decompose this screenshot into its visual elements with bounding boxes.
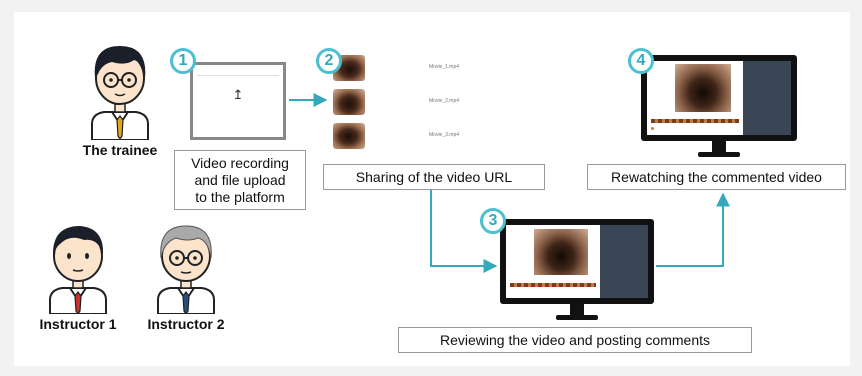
- step-4-badge: 4: [628, 48, 654, 74]
- instructor2-avatar: [157, 225, 215, 314]
- upload-frame-header-line: [197, 75, 279, 76]
- instructor1-label: Instructor 1: [39, 316, 117, 332]
- step-2-badge: 2: [316, 48, 342, 74]
- rewatch-video-frame: [675, 64, 731, 112]
- review-monitor-base: [556, 315, 598, 320]
- review-timeline: [510, 283, 596, 287]
- instructor2-label: Instructor 2: [147, 316, 225, 332]
- arrow-review-to-rewatch: [656, 192, 730, 267]
- diagram-canvas: The trainee Instructor 1 Instructor 2 ↥ …: [0, 0, 862, 376]
- file-name-2: Movie_2.mp4: [429, 98, 460, 104]
- trainee-avatar: [91, 46, 149, 140]
- rewatch-monitor: [641, 55, 797, 141]
- step-4-caption: Rewatching the commented video: [587, 164, 846, 190]
- step-3-badge: 3: [480, 208, 506, 234]
- comment-marker-icon: [651, 127, 654, 130]
- instructor1-avatar: [49, 226, 107, 314]
- video-thumbnail-2: [333, 89, 365, 115]
- step-3-caption: Reviewing the video and posting comments: [398, 327, 752, 353]
- trainee-label: The trainee: [82, 142, 158, 158]
- step-1-caption: Video recording and file upload to the p…: [174, 150, 306, 210]
- review-video-frame: [534, 229, 588, 275]
- rewatch-monitor-base: [698, 152, 740, 157]
- step-2-caption: Sharing of the video URL: [323, 164, 545, 190]
- upload-frame: ↥: [190, 62, 286, 140]
- step-1-badge: 1: [170, 48, 196, 74]
- rewatch-player-area: [647, 61, 743, 135]
- file-name-3: Movie_3.mp4: [429, 132, 460, 138]
- review-player-area: [506, 225, 600, 298]
- review-comment-sidebar: [600, 225, 648, 298]
- upload-icon: ↥: [232, 87, 244, 102]
- rewatch-timeline: [651, 119, 739, 123]
- rewatch-comment-sidebar: [743, 61, 791, 135]
- video-thumbnail-3: [333, 123, 365, 149]
- review-monitor: [500, 219, 654, 304]
- file-name-1: Movie_1.mp4: [429, 64, 460, 70]
